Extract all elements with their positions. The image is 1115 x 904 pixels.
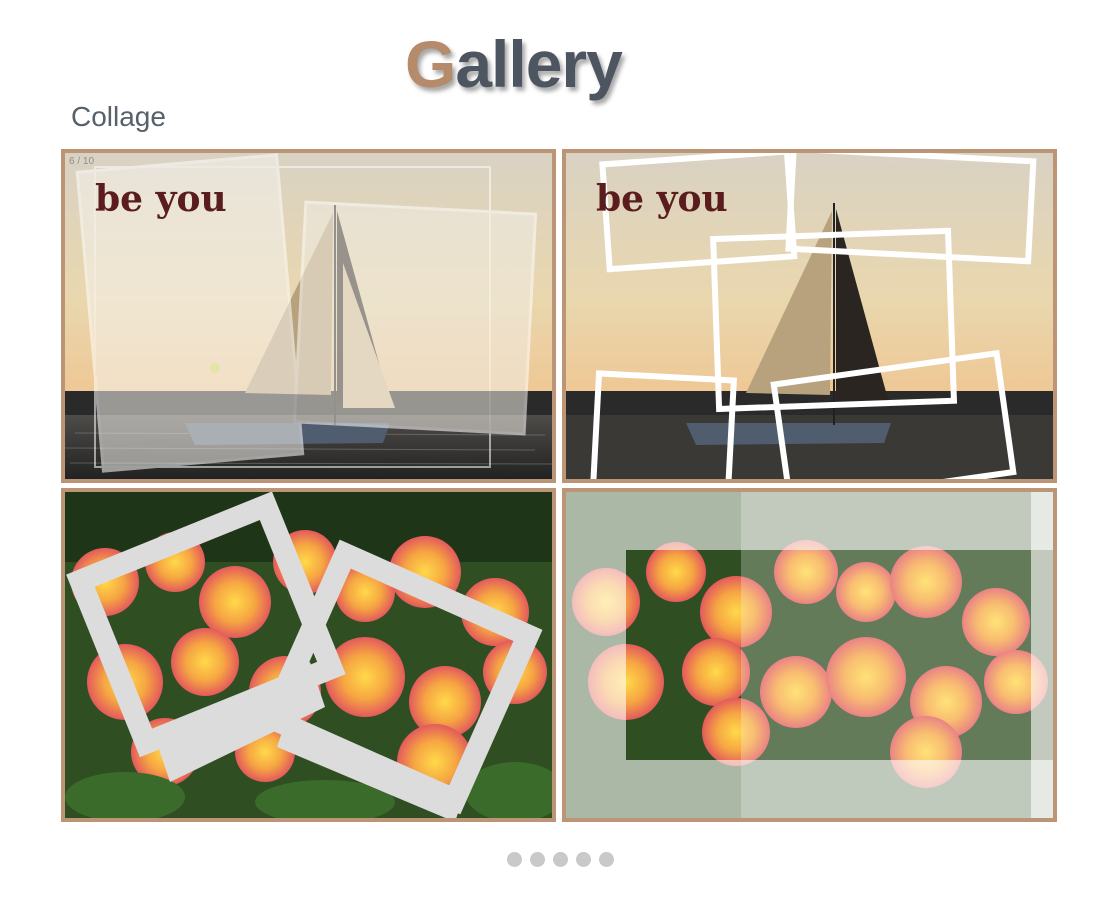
title-first-letter: G xyxy=(405,27,456,101)
sailboat-image: be you xyxy=(65,153,552,479)
gallery-subtitle: Collage xyxy=(71,101,166,132)
sailboat-frames-image: be you xyxy=(566,153,1053,479)
be-you-caption: be you xyxy=(596,178,728,220)
flowers-image xyxy=(65,492,552,818)
title-rest: allery xyxy=(455,27,622,101)
gallery-tile-sailboat-frames[interactable]: be you xyxy=(562,149,1057,483)
pagination-dot-2[interactable] xyxy=(530,852,545,867)
be-you-caption: be you xyxy=(95,178,227,220)
slide-counter: 6 / 10 xyxy=(69,156,95,167)
gallery-tile-flowers-polaroids[interactable] xyxy=(61,488,556,822)
pagination-dot-3[interactable] xyxy=(553,852,568,867)
pagination-dots xyxy=(507,852,614,867)
gallery-tile-flowers-strips[interactable] xyxy=(562,488,1057,822)
pagination-dot-1[interactable] xyxy=(507,852,522,867)
pagination-dot-4[interactable] xyxy=(576,852,591,867)
flowers-strips-image xyxy=(566,492,1053,818)
gallery-tile-sailboat-faded[interactable]: be you 6 / 10 xyxy=(61,149,556,483)
pagination-dot-5[interactable] xyxy=(599,852,614,867)
page-title: Gallery xyxy=(405,26,623,102)
